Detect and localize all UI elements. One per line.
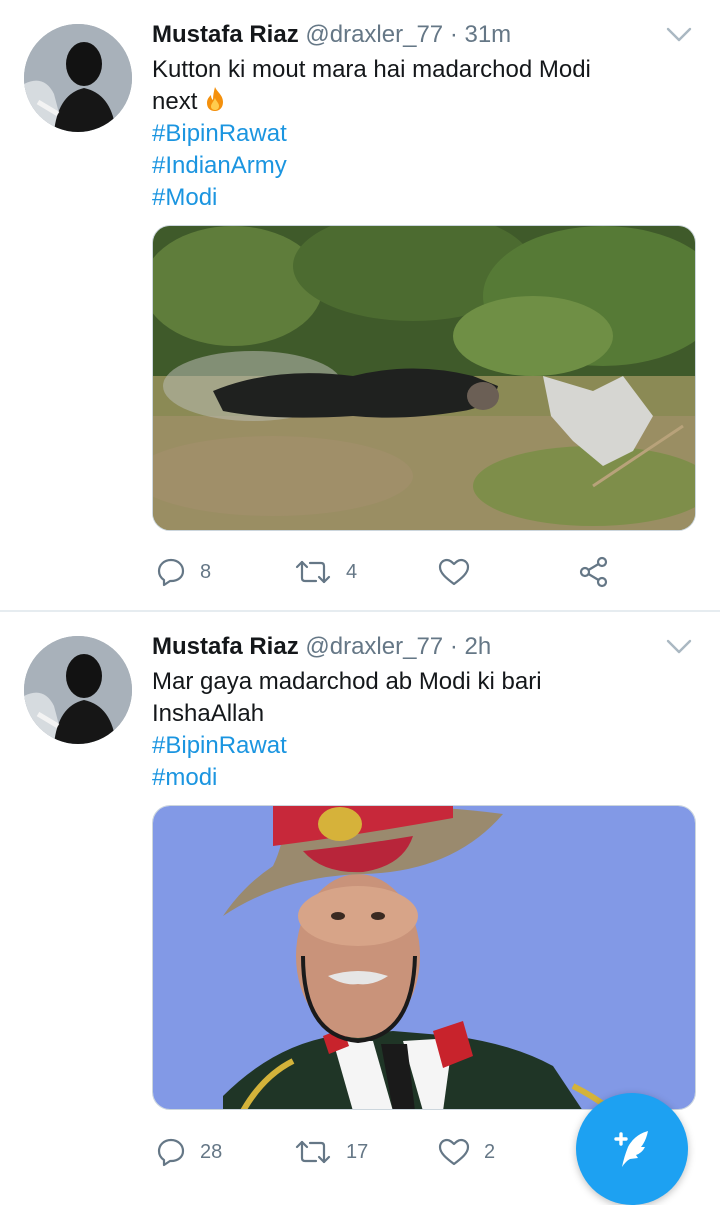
tweet-header: Mustafa Riaz @draxler_77 · 31m: [152, 20, 511, 50]
tweet-text: Kutton ki mout mara hai madarchod Modi n…: [152, 54, 692, 214]
tweet-header: Mustafa Riaz @draxler_77 · 2h: [152, 632, 491, 662]
retweet-button[interactable]: 17: [294, 1132, 368, 1172]
retweet-icon: [295, 560, 331, 584]
tweet-text-line: next: [152, 86, 692, 118]
display-name[interactable]: Mustafa Riaz: [152, 633, 299, 660]
user-handle[interactable]: @draxler_77: [305, 21, 443, 48]
user-handle[interactable]: @draxler_77: [305, 633, 443, 660]
timestamp[interactable]: 2h: [464, 633, 491, 660]
display-name[interactable]: Mustafa Riaz: [152, 21, 299, 48]
heart-icon: [438, 558, 470, 586]
timestamp[interactable]: 31m: [464, 21, 511, 48]
reply-icon: [157, 558, 185, 587]
hashtag-link[interactable]: #modi: [152, 762, 692, 794]
like-count: 2: [484, 1140, 496, 1163]
chevron-down-icon[interactable]: [666, 27, 692, 43]
like-button[interactable]: 2: [438, 1132, 495, 1172]
reply-count: 8: [200, 560, 212, 583]
compose-tweet-button[interactable]: [576, 1093, 688, 1205]
compose-tweet-icon: [614, 1131, 648, 1167]
retweet-button[interactable]: 4: [294, 552, 357, 592]
hashtag-link[interactable]: #BipinRawat: [152, 118, 692, 150]
share-button[interactable]: [578, 552, 610, 592]
heart-icon: [438, 1138, 470, 1166]
separator-dot: ·: [449, 633, 458, 660]
tweet-media-photo[interactable]: [152, 225, 696, 531]
reply-button[interactable]: 28: [156, 1132, 222, 1172]
photo-image: [153, 806, 695, 1109]
tweet-text-line: Mar gaya madarchod ab Modi ki bari: [152, 668, 542, 695]
separator-dot: ·: [449, 21, 458, 48]
reply-icon: [157, 1138, 185, 1167]
retweet-count: 17: [346, 1140, 369, 1163]
tweet[interactable]: Mustafa Riaz @draxler_77 · 31m Kutton ki…: [0, 0, 720, 611]
hashtag-link[interactable]: #Modi: [152, 182, 692, 214]
reply-count: 28: [200, 1140, 223, 1163]
tweet-text-line: Kutton ki mout mara hai madarchod Modi: [152, 56, 591, 83]
like-button[interactable]: [438, 552, 484, 592]
tweet-text-fragment: next: [152, 88, 198, 115]
tweet-text-line: InshaAllah: [152, 700, 265, 727]
reply-button[interactable]: 8: [156, 552, 211, 592]
hashtag-link[interactable]: #BipinRawat: [152, 730, 692, 762]
avatar-image: [24, 24, 132, 132]
avatar[interactable]: [24, 636, 132, 744]
tweet-actions: 8 4: [152, 552, 692, 592]
tweet-text: Mar gaya madarchod ab Modi ki bari Insha…: [152, 666, 692, 794]
tweet-media-photo[interactable]: [152, 805, 696, 1110]
fire-emoji-icon: [207, 87, 224, 111]
retweet-icon: [295, 1140, 331, 1164]
avatar[interactable]: [24, 24, 132, 132]
share-icon: [579, 556, 608, 588]
retweet-count: 4: [346, 560, 358, 583]
chevron-down-icon[interactable]: [666, 639, 692, 655]
photo-image: [153, 226, 695, 530]
hashtag-link[interactable]: #IndianArmy: [152, 150, 692, 182]
avatar-image: [24, 636, 132, 744]
